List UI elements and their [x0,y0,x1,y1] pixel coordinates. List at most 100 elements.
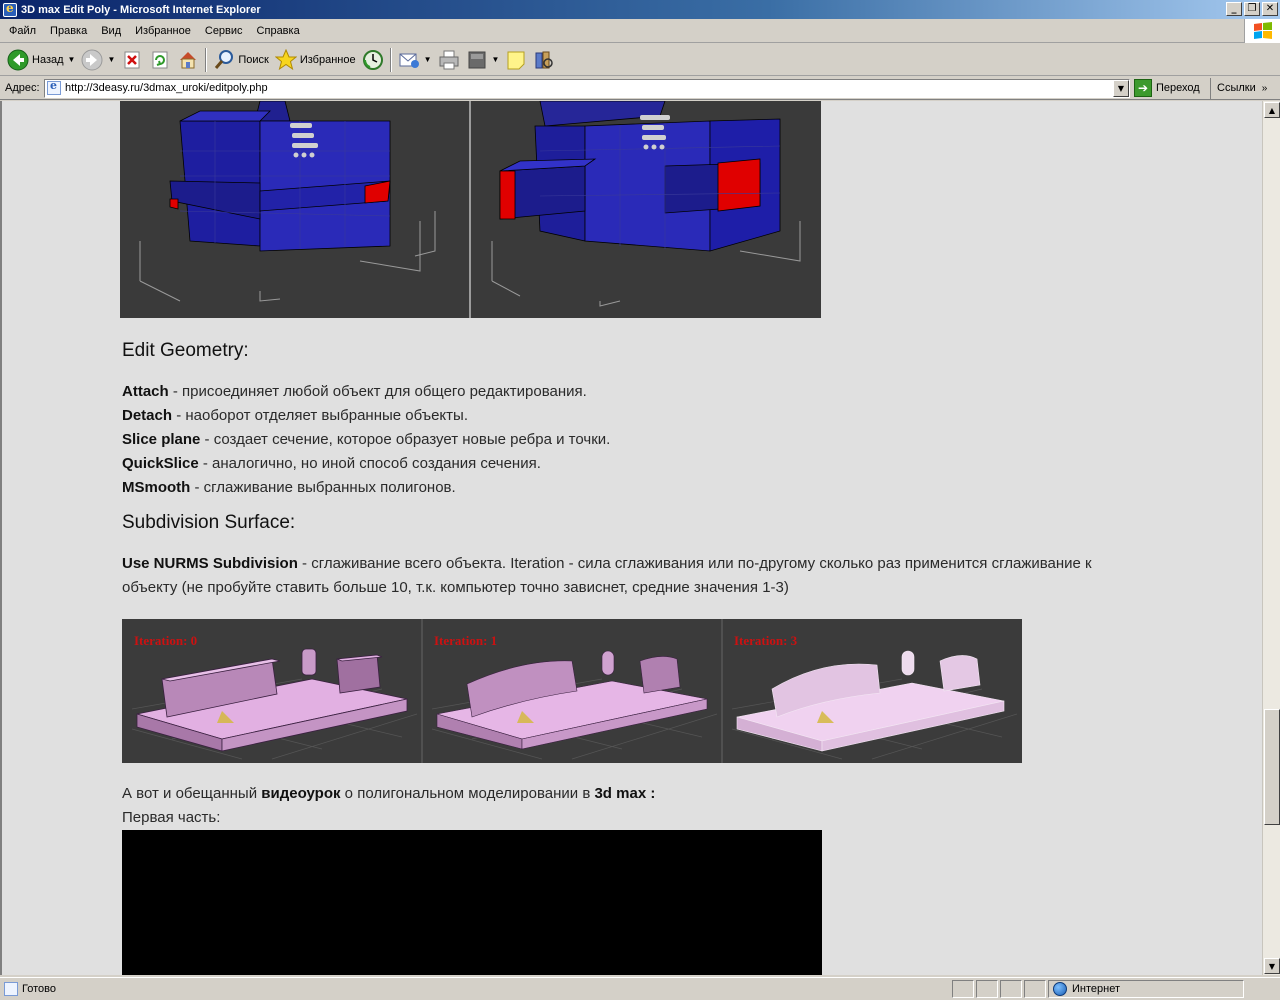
menu-file[interactable]: Файл [2,22,43,40]
nurms-paragraph: Use NURMS Subdivision - сглаживание всег… [122,552,1102,600]
status-left: Готово [0,982,950,996]
scrollbar-thumb[interactable] [1264,709,1280,825]
menu-tools[interactable]: Сервис [198,22,250,40]
detach-desc: - наоборот отделяет выбранные объекты. [172,407,468,424]
edit-page-icon [466,49,488,71]
research-button[interactable] [530,46,558,74]
edit-dropdown-icon[interactable]: ▼ [492,55,500,64]
mail-dropdown-icon[interactable]: ▼ [424,55,432,64]
forward-button[interactable]: ▼ [78,46,118,74]
status-pane [952,980,974,998]
slice-desc: - создает сечение, которое образует новы… [200,431,611,448]
address-label: Адрес: [5,82,40,94]
toolbar-separator [389,47,392,72]
quickslice-desc: - аналогично, но иной способ создания се… [198,455,541,472]
windows-logo-icon [1244,19,1280,43]
go-label: Переход [1156,82,1200,94]
search-label: Поиск [238,53,269,66]
detach-line: Detach - наоборот отделяет выбранные объ… [122,404,468,428]
mail-icon [398,49,420,71]
slice-term: Slice plane [122,431,201,448]
address-dropdown-icon[interactable]: ▼ [1113,79,1129,97]
research-icon [533,49,555,71]
attach-term: Attach [122,383,169,400]
menu-favorites[interactable]: Избранное [128,22,198,40]
address-input[interactable]: http://3deasy.ru/3dmax_uroki/editpoly.ph… [44,78,1130,98]
close-button[interactable]: ✕ [1262,2,1278,16]
msmooth-desc: - сглаживание выбранных полигонов. [190,479,456,496]
edit-geometry-heading: Edit Geometry: [122,340,249,361]
video-intro-c: о полигональном моделировании в [340,785,595,802]
mail-button[interactable]: ▼ [395,46,435,74]
back-dropdown-icon[interactable]: ▼ [68,55,76,64]
chevron-right-icon: » [1261,82,1268,94]
msmooth-term: MSmooth [122,479,191,496]
maximize-button[interactable]: ❐ [1244,2,1260,16]
favorites-button[interactable]: Избранное [272,46,359,74]
status-text: Готово [22,983,56,995]
subdivision-heading: Subdivision Surface: [122,512,296,533]
history-icon [362,49,384,71]
go-button[interactable]: ➔ Переход [1134,79,1210,97]
menu-bar: Файл Правка Вид Избранное Сервис Справка [0,19,1280,43]
refresh-button[interactable] [146,46,174,74]
zone-text: Интернет [1072,983,1120,995]
slice-line: Slice plane - создает сечение, которое о… [122,428,610,452]
forward-dropdown-icon[interactable]: ▼ [107,55,115,64]
printer-icon [438,49,460,71]
status-pane [1024,980,1046,998]
address-url: http://3deasy.ru/3dmax_uroki/editpoly.ph… [65,82,268,94]
page-viewport[interactable]: Edit Geometry: Attach - присоединяет люб… [0,101,1262,975]
window-controls: _ ❐ ✕ [1226,2,1278,16]
quickslice-line: QuickSlice - аналогично, но иной способ … [122,452,541,476]
toolbar-separator [205,47,208,72]
quickslice-term: QuickSlice [122,455,199,472]
favorites-star-icon [274,48,297,71]
forward-arrow-icon [81,49,103,71]
title-bar: 3D max Edit Poly - Microsoft Internet Ex… [0,0,1280,19]
video-intro-line: А вот и обещанный видеоурок о полигональ… [122,782,655,806]
stop-icon [121,49,143,71]
ie-logo-icon [3,1,17,17]
search-icon [213,49,235,71]
back-button[interactable]: Назад ▼ [4,46,78,74]
history-button[interactable] [359,46,387,74]
toolbar: Назад ▼ ▼ Поиск Избранное ▼ ▼ [0,44,1280,76]
window-title: 3D max Edit Poly - Microsoft Internet Ex… [21,3,261,16]
go-arrow-icon: ➔ [1134,79,1152,97]
address-bar: Адрес: http://3deasy.ru/3dmax_uroki/edit… [0,77,1280,100]
discuss-button[interactable] [502,46,530,74]
search-button[interactable]: Поиск [210,46,271,74]
links-label: Ссылки [1217,82,1256,94]
zone-pane: Интернет [1048,980,1244,998]
vertical-scrollbar[interactable]: ▲ ▼ [1262,101,1280,975]
home-button[interactable] [174,46,202,74]
menu-help[interactable]: Справка [250,22,307,40]
print-button[interactable] [435,46,463,74]
scroll-down-icon[interactable]: ▼ [1264,958,1280,974]
iteration-1-label: Iteration: 1 [434,633,498,648]
nurms-iterations-figure: Iteration: 0 Iteration: 1 Iteration: 3 [122,619,1022,763]
minimize-button[interactable]: _ [1226,2,1242,16]
3dmax-term: 3d max : [594,785,656,802]
video-player[interactable] [122,830,822,975]
refresh-icon [149,49,171,71]
page-icon [47,79,61,95]
status-pane [1000,980,1022,998]
video-lesson-term: видеоурок [261,785,341,802]
edit-button[interactable]: ▼ [463,46,503,74]
menu-edit[interactable]: Правка [43,22,94,40]
back-label: Назад [32,53,64,66]
note-icon [505,49,527,71]
status-bar: Готово Интернет [0,977,1280,1000]
stop-button[interactable] [118,46,146,74]
menu-view[interactable]: Вид [94,22,128,40]
links-button[interactable]: Ссылки » [1210,77,1272,99]
iteration-0-label: Iteration: 0 [134,633,198,648]
scroll-up-icon[interactable]: ▲ [1264,102,1280,118]
video-intro-a: А вот и обещанный [122,785,262,802]
internet-globe-icon [1053,982,1067,996]
status-pane [976,980,998,998]
detach-term: Detach [122,407,173,424]
attach-desc: - присоединяет любой объект для общего р… [168,383,587,400]
